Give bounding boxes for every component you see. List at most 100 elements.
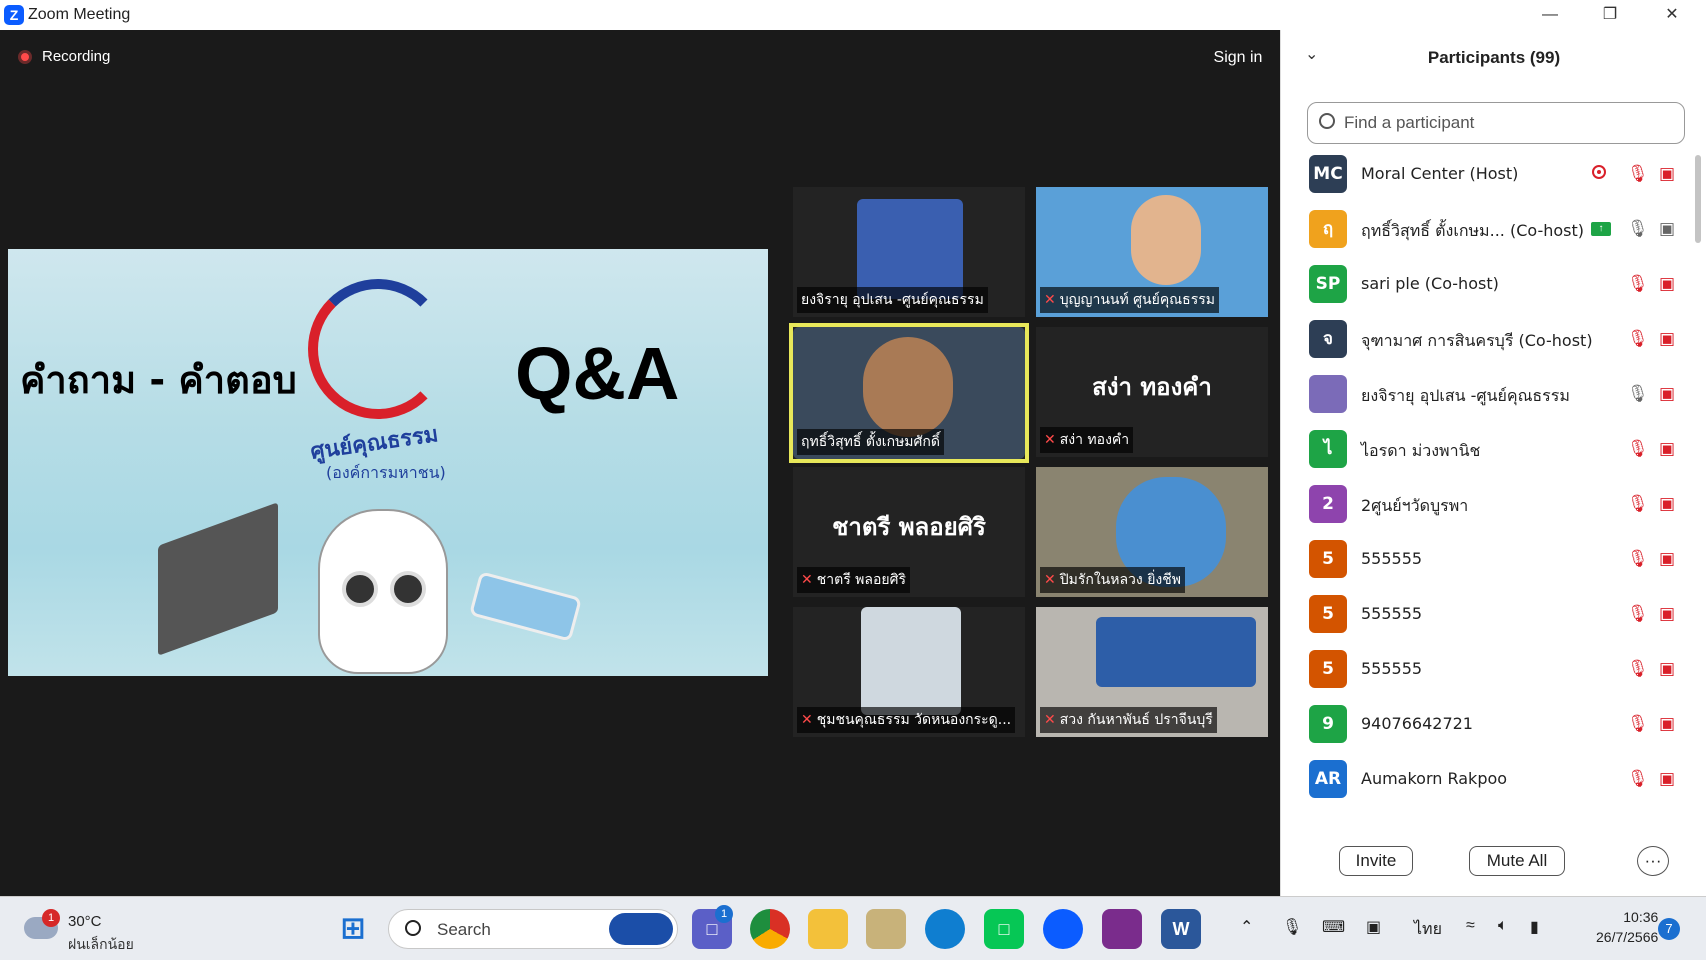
camera-off-icon[interactable]: ▣: [1659, 769, 1675, 789]
pdf-app-icon[interactable]: [1102, 909, 1142, 949]
app-icon[interactable]: [866, 909, 906, 949]
participant-row[interactable]: 2 2ศูนย์ฯวัดบูรพา 🎙︎ ▣: [1307, 477, 1687, 532]
search-icon: [405, 920, 421, 936]
search-icon: [1319, 113, 1335, 129]
mic-muted-icon[interactable]: 🎙︎: [1627, 714, 1649, 734]
camera-off-icon[interactable]: ▣: [1659, 659, 1675, 679]
video-tile[interactable]: ✕ ปิมรักในหลวง ยิ่งชีพ: [1036, 467, 1268, 597]
mic-muted-icon[interactable]: 🎙︎: [1627, 659, 1649, 679]
video-tile[interactable]: สง่า ทองคำ ✕ สง่า ทองคำ: [1036, 327, 1268, 457]
mic-muted-icon[interactable]: 🎙︎: [1627, 769, 1649, 789]
mic-on-icon[interactable]: 🎙︎: [1627, 384, 1649, 404]
close-button[interactable]: ✕: [1642, 0, 1702, 30]
avatar: จ: [1309, 320, 1347, 358]
participant-search-input[interactable]: Find a participant: [1307, 102, 1685, 144]
avatar: ไ: [1309, 430, 1347, 468]
mic-on-icon[interactable]: 🎙︎: [1627, 219, 1649, 239]
line-icon[interactable]: □: [984, 909, 1024, 949]
meeting-area: Recording Sign in คำถาม - คำตอบ ศูนย์คุณ…: [0, 30, 1280, 896]
camera-off-icon[interactable]: ▣: [1659, 549, 1675, 569]
participant-row[interactable]: 5 555555 🎙︎ ▣: [1307, 532, 1687, 587]
mute-all-button[interactable]: Mute All: [1469, 846, 1565, 876]
participant-row[interactable]: AR Aumakorn Rakpoo 🎙︎ ▣: [1307, 752, 1687, 807]
clock-time: 10:36: [1623, 909, 1659, 925]
participant-row[interactable]: 9 94076642721 🎙︎ ▣: [1307, 697, 1687, 752]
participant-name: Aumakorn Rakpoo: [1361, 769, 1508, 788]
participant-face: [863, 337, 953, 437]
wifi-icon[interactable]: ≈: [1466, 917, 1475, 935]
zoom-taskbar-icon[interactable]: [1043, 909, 1083, 949]
mic-muted-icon: ✕: [801, 712, 813, 728]
sign-in-button[interactable]: Sign in: [1202, 42, 1274, 74]
slide-thai-title: คำถาม - คำตอบ: [20, 358, 297, 402]
participant-video: [1131, 195, 1201, 285]
participant-row[interactable]: MC Moral Center (Host) 🎙︎ ▣: [1307, 147, 1687, 202]
tile-caption: ✕ ปิมรักในหลวง ยิ่งชีพ: [1040, 567, 1185, 593]
participant-name: 2ศูนย์ฯวัดบูรพา: [1361, 496, 1469, 515]
more-options-button[interactable]: ···: [1637, 846, 1669, 876]
mic-muted-icon: ✕: [1044, 712, 1056, 728]
participants-panel: ⌄ Participants (99) Find a participant M…: [1280, 30, 1706, 896]
camera-off-icon[interactable]: ▣: [1659, 384, 1675, 404]
recording-icon: [18, 50, 32, 65]
video-tile-active-speaker[interactable]: ฤทธิ์วิสุทธิ์ ตั้งเกษมศักดิ์: [789, 323, 1029, 463]
participant-name: sari ple (Co-host): [1361, 274, 1499, 293]
mic-muted-icon[interactable]: 🎙︎: [1627, 274, 1649, 294]
mic-muted-icon[interactable]: 🎙︎: [1627, 439, 1649, 459]
recording-indicator[interactable]: Recording: [18, 48, 110, 65]
taskbar-search-label: Search: [437, 920, 491, 939]
participant-row[interactable]: 5 555555 🎙︎ ▣: [1307, 642, 1687, 697]
mic-muted-icon[interactable]: 🎙︎: [1627, 164, 1649, 184]
tablet-mode-icon[interactable]: ▣: [1366, 917, 1381, 937]
clock[interactable]: 10:36 26/7/2566: [1596, 907, 1658, 947]
notification-count[interactable]: 7: [1658, 918, 1680, 940]
participants-scrollbar[interactable]: [1695, 155, 1701, 243]
file-explorer-icon[interactable]: [808, 909, 848, 949]
restore-button[interactable]: ❐: [1580, 0, 1640, 30]
participant-row[interactable]: ไ ไอรดา ม่วงพานิช 🎙︎ ▣: [1307, 422, 1687, 477]
windows-start-icon[interactable]: ⊞: [333, 909, 373, 949]
participant-name: 555555: [1361, 604, 1423, 623]
participants-header: Participants (99): [1427, 48, 1561, 67]
mic-muted-icon[interactable]: 🎙︎: [1627, 604, 1649, 624]
video-tile[interactable]: ✕ สวง กันหาพันธ์ ปราจีนบุรี: [1036, 607, 1268, 737]
camera-off-icon[interactable]: ▣: [1659, 714, 1675, 734]
camera-off-icon[interactable]: ▣: [1659, 274, 1675, 294]
video-tile[interactable]: ชาตรี พลอยศิริ ✕ ชาตรี พลอยศิริ: [793, 467, 1025, 597]
mascot-eye-icon: [342, 571, 378, 607]
participant-row[interactable]: ฤ ฤทธิ์วิสุทธิ์ ตั้งเกษม... (Co-host) ↑ …: [1307, 202, 1687, 257]
taskbar-search[interactable]: Search: [388, 909, 678, 949]
language-indicator[interactable]: ไทย: [1414, 917, 1442, 942]
camera-off-icon[interactable]: ▣: [1659, 494, 1675, 514]
recording-label: Recording: [42, 48, 111, 65]
participant-row[interactable]: SP sari ple (Co-host) 🎙︎ ▣: [1307, 257, 1687, 312]
camera-on-icon[interactable]: ▣: [1659, 219, 1675, 239]
camera-off-icon[interactable]: ▣: [1659, 164, 1675, 184]
minimize-button[interactable]: —: [1520, 0, 1580, 30]
keyboard-icon[interactable]: ⌨: [1322, 917, 1345, 937]
camera-off-icon[interactable]: ▣: [1659, 604, 1675, 624]
mic-muted-icon[interactable]: 🎙︎: [1627, 329, 1649, 349]
video-tile[interactable]: ยงจิรายุ อุปเสน -ศูนย์คุณธรรม: [793, 187, 1025, 317]
battery-icon[interactable]: ▮: [1530, 917, 1539, 937]
tile-caption: ✕ บุญญานนท์ ศูนย์คุณธรรม: [1040, 287, 1219, 313]
video-tile[interactable]: ✕ บุญญานนท์ ศูนย์คุณธรรม: [1036, 187, 1268, 317]
chevron-up-icon[interactable]: ⌃: [1240, 917, 1253, 937]
participant-row[interactable]: ยงจิรายุ อุปเสน -ศูนย์คุณธรรม 🎙︎ ▣: [1307, 367, 1687, 422]
chrome-icon[interactable]: [750, 909, 790, 949]
tile-display-name: สง่า ทองคำ: [1092, 373, 1212, 401]
video-tile[interactable]: ✕ ชุมชนคุณธรรม วัดหนองกระดู...: [793, 607, 1025, 737]
avatar: SP: [1309, 265, 1347, 303]
camera-off-icon[interactable]: ▣: [1659, 439, 1675, 459]
invite-button[interactable]: Invite: [1339, 846, 1413, 876]
participant-row[interactable]: จ จุฑามาศ การสินครบุรี (Co-host) 🎙︎ ▣: [1307, 312, 1687, 367]
word-icon[interactable]: W: [1161, 909, 1201, 949]
participant-row[interactable]: 5 555555 🎙︎ ▣: [1307, 587, 1687, 642]
weather-badge: 1: [42, 909, 60, 927]
microphone-icon[interactable]: 🎙︎: [1282, 917, 1302, 937]
volume-icon[interactable]: 🔈︎: [1498, 917, 1508, 935]
mic-muted-icon[interactable]: 🎙︎: [1627, 494, 1649, 514]
edge-icon[interactable]: [925, 909, 965, 949]
mic-muted-icon[interactable]: 🎙︎: [1627, 549, 1649, 569]
camera-off-icon[interactable]: ▣: [1659, 329, 1675, 349]
